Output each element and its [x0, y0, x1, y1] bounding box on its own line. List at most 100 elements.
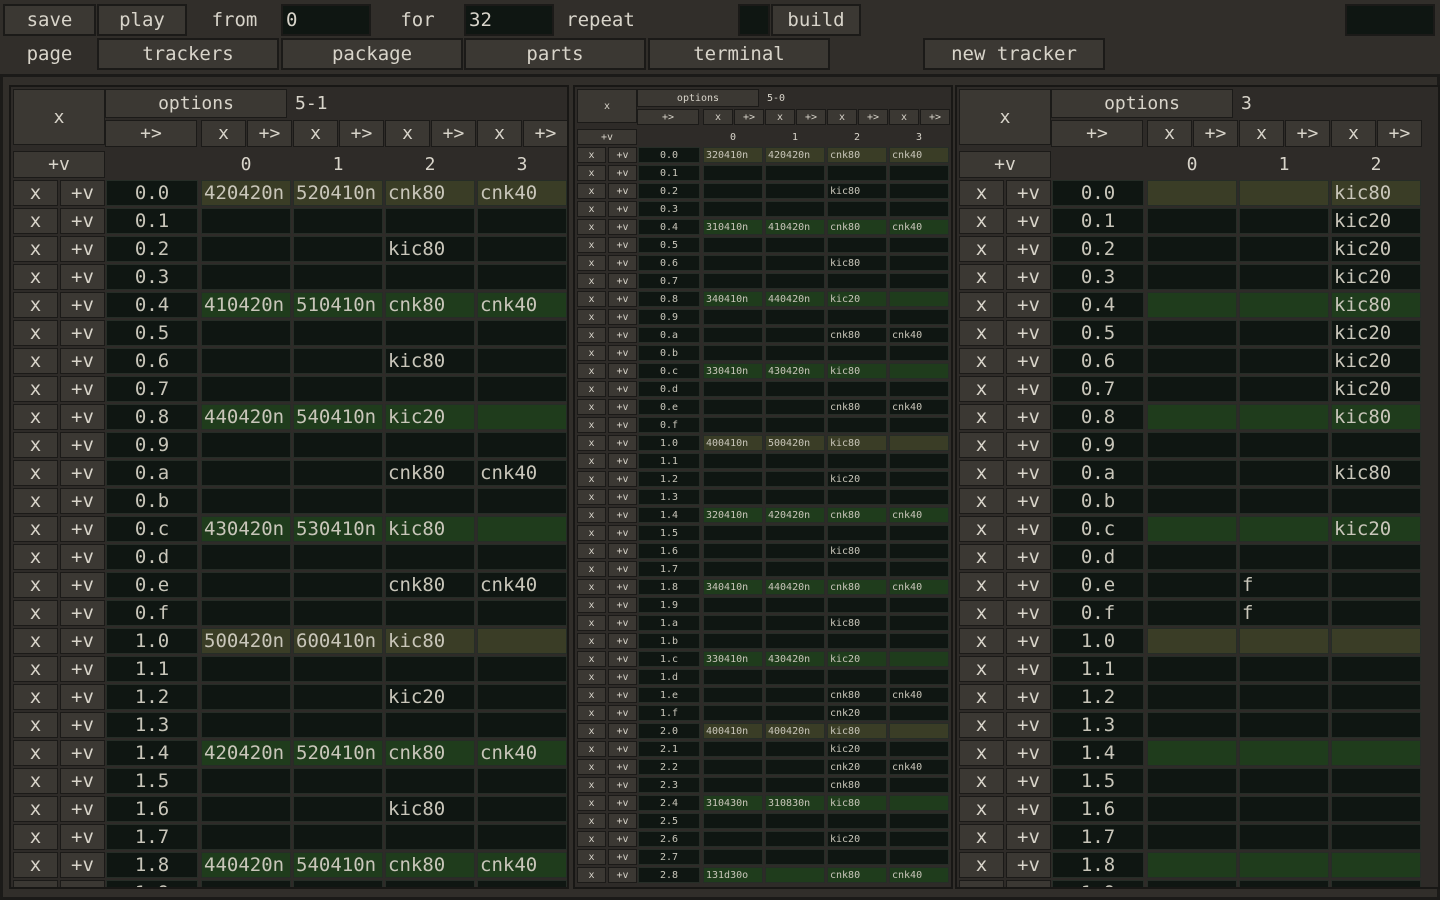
row-index[interactable]: 0.d	[638, 381, 700, 397]
insert-row-button[interactable]: +v	[1006, 656, 1051, 682]
tracker-cell[interactable]	[765, 453, 825, 469]
tracker-cell[interactable]: cnk40	[477, 460, 567, 486]
tracker-cell[interactable]	[201, 572, 291, 598]
insert-row-button[interactable]: +v	[1006, 824, 1051, 850]
tracker-cell[interactable]	[889, 255, 949, 271]
tracker-cell[interactable]: 330410n	[703, 651, 763, 667]
tracker-cell[interactable]	[703, 381, 763, 397]
delete-row-button[interactable]: x	[577, 687, 606, 703]
tracker-cell[interactable]: cnk20	[827, 759, 887, 775]
row-index[interactable]: 0.f	[1052, 600, 1144, 626]
add-column-button[interactable]: +>	[637, 109, 699, 125]
delete-row-button[interactable]: x	[13, 348, 58, 374]
row-index[interactable]: 1.3	[1052, 712, 1144, 738]
row-index[interactable]: 0.c	[638, 363, 700, 379]
insert-row-button[interactable]: +v	[1006, 740, 1051, 766]
tracker-cell[interactable]	[1239, 460, 1329, 486]
delete-column-0-button[interactable]: x	[1147, 120, 1192, 147]
row-index[interactable]: 1.c	[638, 651, 700, 667]
insert-row-button[interactable]: +v	[608, 489, 637, 505]
tracker-cell[interactable]: 430420n	[201, 516, 291, 542]
tracker-cell[interactable]	[703, 597, 763, 613]
insert-row-button[interactable]: +v	[1006, 796, 1051, 822]
delete-row-button[interactable]: x	[959, 180, 1004, 206]
tracker-cell[interactable]	[201, 544, 291, 570]
tracker-cell[interactable]	[293, 796, 383, 822]
tracker-cell[interactable]	[703, 489, 763, 505]
tracker-cell[interactable]: cnk40	[889, 147, 949, 163]
row-index[interactable]: 0.9	[1052, 432, 1144, 458]
delete-row-button[interactable]: x	[577, 237, 606, 253]
row-index[interactable]: 1.b	[638, 633, 700, 649]
insert-row-button[interactable]: +v	[608, 777, 637, 793]
row-index[interactable]: 1.1	[106, 656, 198, 682]
row-index[interactable]: 0.f	[638, 417, 700, 433]
tracker-cell[interactable]	[827, 597, 887, 613]
delete-row-button[interactable]: x	[959, 796, 1004, 822]
insert-row-button[interactable]: +v	[1006, 236, 1051, 262]
tracker-cell[interactable]	[765, 687, 825, 703]
delete-row-button[interactable]: x	[959, 712, 1004, 738]
tracker-cell[interactable]	[1239, 544, 1329, 570]
tracker-cell[interactable]	[827, 453, 887, 469]
tracker-cell[interactable]	[703, 201, 763, 217]
tracker-cell[interactable]: kic80	[1331, 404, 1421, 430]
tracker-cell[interactable]	[765, 831, 825, 847]
tracker-cell[interactable]	[889, 561, 949, 577]
delete-tracker-button[interactable]: x	[13, 89, 105, 145]
tracker-cell[interactable]	[703, 399, 763, 415]
insert-row-button[interactable]: +v	[608, 579, 637, 595]
tracker-cell[interactable]	[201, 824, 291, 850]
row-index[interactable]: 1.2	[638, 471, 700, 487]
tracker-cell[interactable]	[201, 712, 291, 738]
tracker-cell[interactable]	[1239, 320, 1329, 346]
insert-row-button[interactable]: +v	[608, 147, 637, 163]
delete-row-button[interactable]: x	[577, 723, 606, 739]
delete-row-button[interactable]: x	[13, 852, 58, 878]
delete-row-button[interactable]: x	[13, 628, 58, 654]
tracker-cell[interactable]	[889, 201, 949, 217]
tracker-cell[interactable]	[765, 849, 825, 865]
tracker-cell[interactable]	[477, 348, 567, 374]
tracker-cell[interactable]	[889, 651, 949, 667]
insert-row-button[interactable]: +v	[608, 813, 637, 829]
delete-row-button[interactable]: x	[959, 236, 1004, 262]
insert-row-button[interactable]: +v	[608, 471, 637, 487]
insert-row-button[interactable]: +v	[60, 460, 105, 486]
tracker-cell[interactable]	[703, 669, 763, 685]
tracker-cell[interactable]	[1239, 796, 1329, 822]
row-index[interactable]: 0.c	[1052, 516, 1144, 542]
insert-row-button[interactable]: +v	[608, 435, 637, 451]
row-index[interactable]: 1.7	[1052, 824, 1144, 850]
tracker-cell[interactable]: 440420n	[201, 852, 291, 878]
insert-row-button[interactable]: +v	[1006, 292, 1051, 318]
add-column-button[interactable]: +>	[1051, 120, 1143, 147]
tracker-cell[interactable]	[1239, 880, 1329, 887]
tracker-cell[interactable]: 320410n	[703, 507, 763, 523]
row-index[interactable]: 0.b	[106, 488, 198, 514]
row-index[interactable]: 0.7	[1052, 376, 1144, 402]
tracker-cell[interactable]	[827, 345, 887, 361]
tracker-cell[interactable]	[293, 264, 383, 290]
tracker-cell[interactable]: cnk40	[477, 292, 567, 318]
tracker-cell[interactable]	[201, 656, 291, 682]
delete-row-button[interactable]: x	[577, 669, 606, 685]
tracker-cell[interactable]	[385, 880, 475, 887]
tracker-cell[interactable]	[477, 768, 567, 794]
tracker-cell[interactable]: kic20	[827, 651, 887, 667]
row-index[interactable]: 0.d	[106, 544, 198, 570]
insert-row-button[interactable]: +v	[608, 867, 637, 883]
tracker-cell[interactable]	[827, 417, 887, 433]
tracker-cell[interactable]: cnk80	[385, 852, 475, 878]
delete-row-button[interactable]: x	[959, 376, 1004, 402]
row-index[interactable]: 1.5	[638, 525, 700, 541]
tracker-cell[interactable]: cnk40	[477, 180, 567, 206]
tracker-cell[interactable]: 420420n	[201, 180, 291, 206]
add-column-after-3-button[interactable]: +>	[920, 109, 950, 125]
row-index[interactable]: 1.4	[1052, 740, 1144, 766]
tracker-cell[interactable]	[201, 208, 291, 234]
insert-row-button[interactable]: +v	[1006, 460, 1051, 486]
add-column-after-1-button[interactable]: +>	[339, 120, 384, 147]
tracker-cell[interactable]	[889, 291, 949, 307]
add-column-after-2-button[interactable]: +>	[431, 120, 476, 147]
